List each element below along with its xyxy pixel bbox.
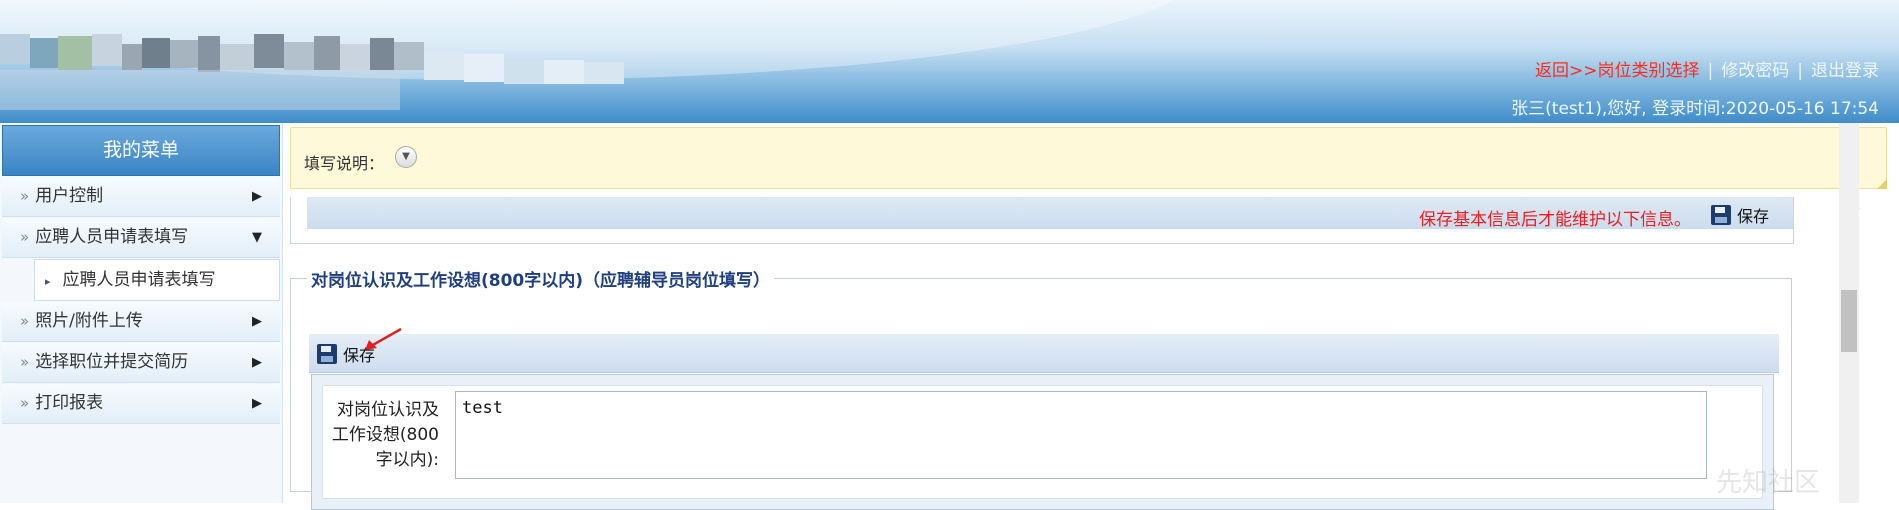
save-button[interactable]: 保存 bbox=[1710, 203, 1769, 227]
watermark: 先知社区 bbox=[1716, 468, 1821, 498]
scrollbar-thumb[interactable] bbox=[1841, 290, 1857, 352]
menu-item-label: 照片/附件上传 bbox=[35, 311, 143, 331]
save-label: 保存 bbox=[1736, 207, 1769, 226]
section-legend: 对岗位认识及工作设想(800字以内)（应聘辅导员岗位填写） bbox=[311, 271, 771, 291]
small-triangle-icon: ▸ bbox=[45, 275, 51, 288]
instructions-label: 填写说明： bbox=[304, 154, 385, 173]
top-links: 返回>>岗位类别选择 | 修改密码 | 退出登录 bbox=[1535, 56, 1879, 81]
change-password-link[interactable]: 修改密码 bbox=[1721, 61, 1789, 81]
logout-link[interactable]: 退出登录 bbox=[1811, 61, 1879, 81]
menu-item-select-position[interactable]: » 选择职位并提交简历 ▶ bbox=[2, 343, 280, 383]
save-warning-text: 保存基本信息后才能维护以下信息。 bbox=[1419, 210, 1691, 230]
triangle-right-icon: ▶ bbox=[252, 396, 262, 411]
triangle-right-icon: ▶ bbox=[252, 314, 262, 329]
menu-item-photo-upload[interactable]: » 照片/附件上传 ▶ bbox=[2, 302, 280, 342]
sidebar: 我的菜单 » 用户控制 ▶ » 应聘人员申请表填写 ▼ ▸ 应聘人员申请表填写 » 照片… bbox=[0, 123, 283, 503]
double-chevron-icon: » bbox=[20, 228, 30, 246]
basic-info-panel: 保存基本信息后才能维护以下信息。 保存 bbox=[290, 197, 1794, 244]
return-link[interactable]: 返回>>岗位类别选择 bbox=[1535, 61, 1700, 81]
welcome-text: 张三(test1),您好, 登录时间:2020-05-16 17:54 bbox=[1511, 99, 1879, 119]
menu-item-label: 选择职位并提交简历 bbox=[35, 352, 189, 372]
link-separator: | bbox=[1707, 61, 1714, 81]
panel-toolbar: 保存基本信息后才能维护以下信息。 保存 bbox=[307, 197, 1793, 230]
menu-item-user-control[interactable]: » 用户控制 ▶ bbox=[2, 177, 280, 217]
double-chevron-icon: » bbox=[20, 394, 30, 412]
triangle-down-icon: ▼ bbox=[252, 230, 262, 245]
main-content: 填写说明： ▼ 保存基本信息后才能维护以下信息。 保存 ⌃ 对岗位认识及工作设想… bbox=[290, 123, 1899, 510]
menu-title: 我的菜单 bbox=[2, 125, 280, 176]
corner-decoration bbox=[1877, 179, 1887, 189]
link-separator: | bbox=[1797, 61, 1803, 81]
floppy-disk-icon bbox=[1710, 205, 1731, 225]
field-label: 对岗位认识及工作设想(800字以内): bbox=[331, 400, 439, 470]
floppy-disk-icon bbox=[317, 344, 337, 364]
menu-item-print-report[interactable]: » 打印报表 ▶ bbox=[2, 384, 280, 424]
submenu-item-label: 应聘人员申请表填写 bbox=[62, 270, 216, 290]
red-arrow-annotation bbox=[365, 327, 402, 350]
menu-item-application-form[interactable]: » 应聘人员申请表填写 ▼ bbox=[2, 218, 280, 258]
form-box: 对岗位认识及工作设想(800字以内): test bbox=[311, 374, 1774, 510]
double-chevron-icon: » bbox=[20, 312, 30, 330]
header-banner: 返回>>岗位类别选择 | 修改密码 | 退出登录 张三(test1),您好, 登录时间:… bbox=[0, 0, 1899, 123]
section-toolbar: 保存 bbox=[309, 334, 1779, 373]
instructions-panel: 填写说明： ▼ bbox=[290, 127, 1887, 189]
submenu-item-application-form[interactable]: ▸ 应聘人员申请表填写 bbox=[34, 259, 280, 301]
double-chevron-icon: » bbox=[20, 187, 30, 205]
job-understanding-textarea[interactable]: test bbox=[455, 391, 1707, 479]
menu-item-label: 打印报表 bbox=[35, 393, 104, 413]
form-inner: 对岗位认识及工作设想(800字以内): test bbox=[322, 385, 1763, 499]
menu-item-label: 用户控制 bbox=[35, 186, 104, 206]
triangle-right-icon: ▶ bbox=[252, 189, 262, 204]
blurred-logo bbox=[0, 14, 650, 123]
expand-circle-icon[interactable]: ▼ bbox=[395, 146, 417, 168]
menu-item-label: 应聘人员申请表填写 bbox=[35, 227, 189, 247]
double-chevron-icon: » bbox=[20, 353, 30, 371]
triangle-right-icon: ▶ bbox=[252, 355, 262, 370]
job-understanding-section: 对岗位认识及工作设想(800字以内)（应聘辅导员岗位填写） 保存 对岗位认识及工… bbox=[290, 266, 1792, 510]
